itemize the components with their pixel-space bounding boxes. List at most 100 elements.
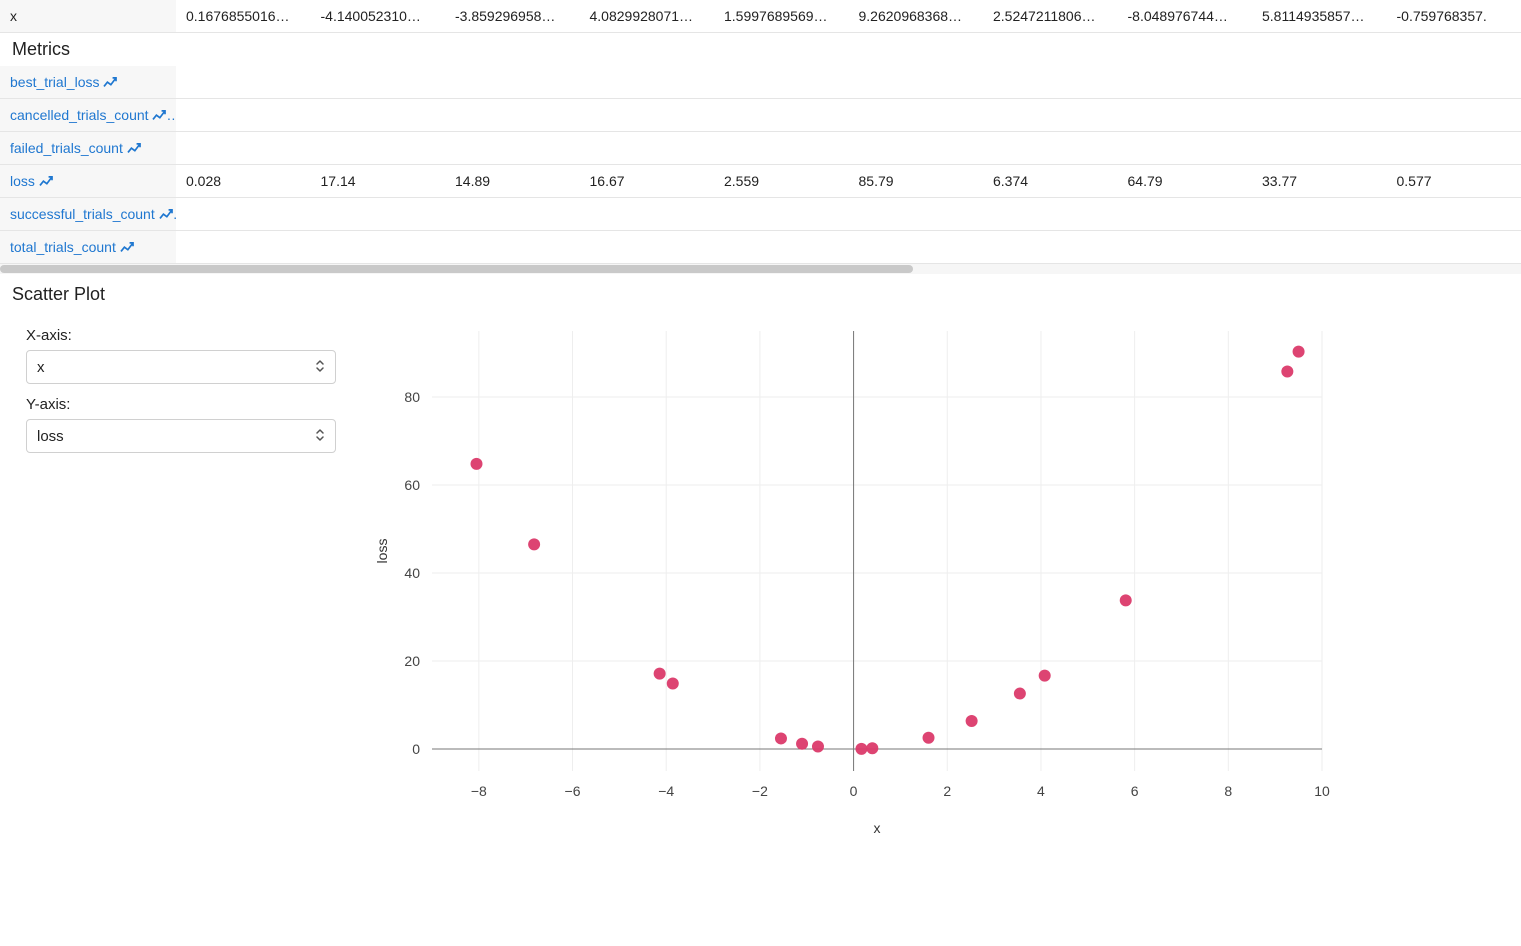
scatter-point[interactable] bbox=[775, 732, 787, 744]
metric-value bbox=[849, 66, 984, 99]
metric-name: loss bbox=[10, 173, 35, 189]
scatter-plot[interactable]: −8−6−4−20246810020406080xloss bbox=[362, 311, 1362, 841]
scatter-point[interactable] bbox=[528, 538, 540, 550]
metric-value bbox=[1387, 231, 1521, 264]
metric-value bbox=[714, 198, 849, 231]
chevron-updown-icon bbox=[315, 359, 325, 375]
metric-value bbox=[580, 198, 715, 231]
metric-value bbox=[445, 198, 580, 231]
chart-icon bbox=[159, 206, 173, 222]
metric-link[interactable]: cancelled_trials_count bbox=[10, 107, 166, 123]
metric-link[interactable]: total_trials_count bbox=[10, 239, 134, 255]
x-axis-label: X-axis: bbox=[26, 327, 336, 344]
metric-link[interactable]: successful_trials_count bbox=[10, 206, 173, 222]
metric-value bbox=[714, 132, 849, 165]
metric-value bbox=[1387, 132, 1521, 165]
chart-icon bbox=[152, 107, 166, 123]
metric-label-cell: successful_trials_count bbox=[0, 198, 176, 231]
x-axis-title: x bbox=[874, 820, 881, 836]
metric-value: 64.79 bbox=[1118, 165, 1253, 198]
metric-value bbox=[983, 99, 1118, 132]
metric-row: loss 0.02817.1414.8916.672.55985.796.374… bbox=[0, 165, 1521, 198]
scatter-point[interactable] bbox=[966, 715, 978, 727]
scatter-point[interactable] bbox=[1014, 688, 1026, 700]
metric-value bbox=[580, 99, 715, 132]
y-tick-label: 40 bbox=[404, 565, 420, 581]
param-value: 0.1676855016… bbox=[176, 0, 311, 33]
x-tick-label: 2 bbox=[943, 783, 951, 799]
scatter-point[interactable] bbox=[471, 458, 483, 470]
scatter-point[interactable] bbox=[654, 668, 666, 680]
horizontal-scrollbar-track[interactable] bbox=[0, 264, 1521, 274]
y-axis-title: loss bbox=[374, 539, 390, 564]
metric-label-cell: failed_trials_count bbox=[0, 132, 176, 165]
scatter-point[interactable] bbox=[1039, 670, 1051, 682]
param-value: 9.2620968368… bbox=[849, 0, 984, 33]
metric-value bbox=[445, 132, 580, 165]
chart-icon bbox=[103, 74, 117, 90]
scatter-point[interactable] bbox=[923, 732, 935, 744]
metric-value: 85.79 bbox=[849, 165, 984, 198]
metric-link[interactable]: loss bbox=[10, 173, 53, 189]
metric-value bbox=[176, 198, 311, 231]
y-axis-select[interactable]: loss bbox=[26, 419, 336, 453]
metric-value bbox=[311, 132, 446, 165]
metric-value bbox=[849, 231, 984, 264]
metric-value bbox=[311, 99, 446, 132]
metric-value bbox=[1118, 132, 1253, 165]
scatter-point[interactable] bbox=[1293, 346, 1305, 358]
metric-value bbox=[580, 66, 715, 99]
metrics-header: Metrics bbox=[0, 33, 1521, 66]
metric-value bbox=[1252, 132, 1387, 165]
metric-link[interactable]: failed_trials_count bbox=[10, 140, 141, 156]
metric-link[interactable]: best_trial_loss bbox=[10, 74, 117, 90]
metric-value bbox=[849, 99, 984, 132]
scatter-point[interactable] bbox=[796, 738, 808, 750]
metric-name: best_trial_loss bbox=[10, 74, 100, 90]
scatter-point[interactable] bbox=[855, 743, 867, 755]
metric-value: 16.67 bbox=[580, 165, 715, 198]
metric-row: total_trials_count bbox=[0, 231, 1521, 264]
metric-value bbox=[983, 132, 1118, 165]
param-value: 4.0829928071… bbox=[580, 0, 715, 33]
scatter-title: Scatter Plot bbox=[0, 274, 1521, 311]
metric-value bbox=[445, 231, 580, 264]
metric-row: failed_trials_count bbox=[0, 132, 1521, 165]
param-row-x: x 0.1676855016… -4.140052310… -3.8592969… bbox=[0, 0, 1521, 33]
y-tick-label: 80 bbox=[404, 389, 420, 405]
chart-icon bbox=[120, 239, 134, 255]
scatter-point[interactable] bbox=[866, 742, 878, 754]
param-value: -3.859296958… bbox=[445, 0, 580, 33]
chart-icon bbox=[127, 140, 141, 156]
scatter-point[interactable] bbox=[667, 677, 679, 689]
metric-name: successful_trials_count bbox=[10, 206, 155, 222]
metric-name: total_trials_count bbox=[10, 239, 116, 255]
scatter-point[interactable] bbox=[1120, 594, 1132, 606]
metric-name: cancelled_trials_count bbox=[10, 107, 149, 123]
metric-value bbox=[580, 231, 715, 264]
metric-value bbox=[176, 99, 311, 132]
metric-value bbox=[983, 231, 1118, 264]
param-value: -0.759768357. bbox=[1387, 0, 1521, 33]
metric-value bbox=[1118, 231, 1253, 264]
scatter-point[interactable] bbox=[812, 740, 824, 752]
x-tick-label: −4 bbox=[658, 783, 674, 799]
horizontal-scrollbar-thumb[interactable] bbox=[0, 265, 913, 273]
scatter-controls: X-axis: x Y-axis: loss bbox=[0, 311, 362, 465]
x-axis-select[interactable]: x bbox=[26, 350, 336, 384]
metric-value bbox=[311, 66, 446, 99]
metric-value: 0.577 bbox=[1387, 165, 1521, 198]
metric-value: 14.89 bbox=[445, 165, 580, 198]
metric-label-cell: best_trial_loss bbox=[0, 66, 176, 99]
metric-value bbox=[1252, 198, 1387, 231]
scatter-point[interactable] bbox=[1281, 366, 1293, 378]
metric-value bbox=[176, 132, 311, 165]
metric-value bbox=[1118, 99, 1253, 132]
y-tick-label: 60 bbox=[404, 477, 420, 493]
metric-value bbox=[983, 198, 1118, 231]
metric-row: cancelled_trials_count bbox=[0, 99, 1521, 132]
x-tick-label: 10 bbox=[1314, 783, 1330, 799]
x-tick-label: 6 bbox=[1131, 783, 1139, 799]
y-axis-select-value: loss bbox=[37, 428, 64, 445]
metric-value bbox=[176, 231, 311, 264]
